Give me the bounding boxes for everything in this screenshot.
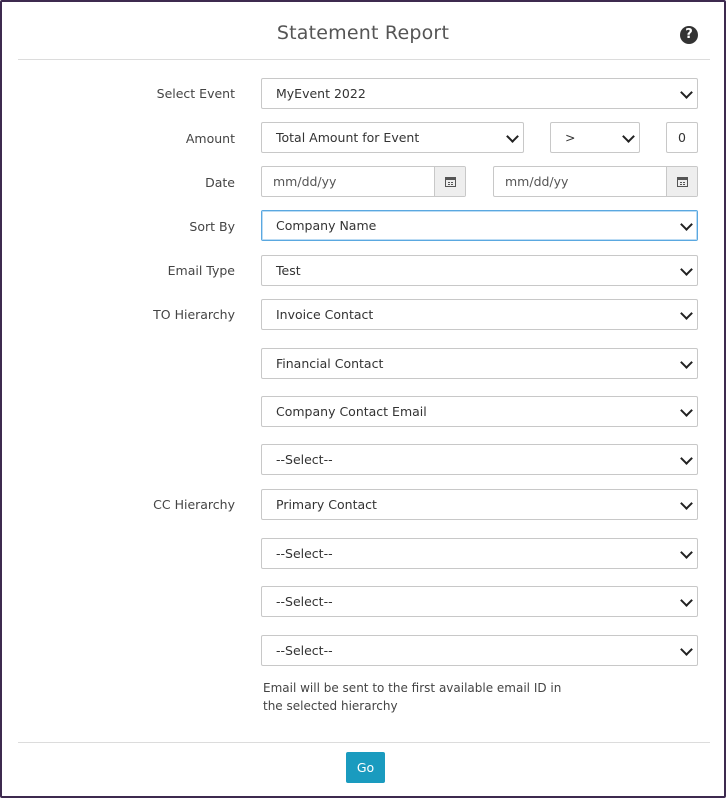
footer-divider: [18, 742, 710, 743]
hierarchy-note: Email will be sent to the first availabl…: [263, 681, 562, 713]
amount-value-input[interactable]: 0: [666, 122, 698, 153]
select-event-dropdown[interactable]: MyEvent 2022: [261, 78, 698, 109]
page-title: Statement Report: [276, 22, 450, 44]
to-hierarchy-dropdown-1[interactable]: Invoice Contact: [261, 299, 698, 330]
email-type-value: Test: [276, 263, 301, 278]
cc-hierarchy-label: CC Hierarchy: [153, 497, 235, 512]
amount-type-value: Total Amount for Event: [276, 130, 420, 145]
date-from-field[interactable]: mm/dd/yy: [261, 166, 466, 197]
amount-operator-dropdown[interactable]: >: [550, 122, 640, 153]
amount-value-text: 0: [678, 130, 686, 145]
chevron-down-icon: [680, 642, 693, 656]
chevron-down-icon: [680, 403, 693, 417]
to-hierarchy-dropdown-4[interactable]: --Select--: [261, 444, 698, 475]
chevron-down-icon: [680, 545, 693, 559]
to-hierarchy-dropdown-3[interactable]: Company Contact Email: [261, 396, 698, 427]
sort-by-value: Company Name: [276, 218, 377, 233]
amount-label: Amount: [185, 131, 235, 146]
select-event-value: MyEvent 2022: [276, 86, 366, 101]
calendar-icon: [676, 176, 688, 187]
date-label: Date: [205, 175, 235, 190]
date-from-calendar-button[interactable]: [434, 167, 465, 196]
email-type-label: Email Type: [167, 263, 235, 278]
amount-operator-value: >: [565, 130, 576, 145]
date-from-placeholder: mm/dd/yy: [273, 174, 337, 189]
cc-hierarchy-dropdown-1[interactable]: Primary Contact: [261, 489, 698, 520]
chevron-down-icon: [622, 129, 635, 143]
statement-report-dialog: Statement Report ? Select Event MyEvent …: [0, 0, 726, 798]
chevron-down-icon: [506, 129, 519, 143]
chevron-down-icon: [680, 451, 693, 465]
date-to-placeholder: mm/dd/yy: [505, 174, 569, 189]
chevron-down-icon: [680, 85, 693, 99]
to-hierarchy-dropdown-2[interactable]: Financial Contact: [261, 348, 698, 379]
select-event-label: Select Event: [156, 86, 235, 101]
chevron-down-icon: [680, 355, 693, 369]
cc-hierarchy-dropdown-2[interactable]: --Select--: [261, 538, 698, 569]
sort-by-dropdown[interactable]: Company Name: [261, 210, 698, 241]
calendar-icon: [444, 176, 456, 187]
help-icon[interactable]: ?: [680, 26, 698, 44]
cc-hierarchy-dropdown-4[interactable]: --Select--: [261, 635, 698, 666]
cc-hierarchy-value-4: --Select--: [276, 643, 333, 658]
chevron-down-icon: [680, 306, 693, 320]
date-to-calendar-button[interactable]: [666, 167, 697, 196]
sort-by-label: Sort By: [189, 219, 235, 234]
chevron-down-icon: [680, 496, 693, 510]
cc-hierarchy-value-3: --Select--: [276, 594, 333, 609]
to-hierarchy-value-4: --Select--: [276, 452, 333, 467]
chevron-down-icon: [680, 593, 693, 607]
to-hierarchy-value-1: Invoice Contact: [276, 307, 374, 322]
go-button[interactable]: Go: [346, 752, 385, 783]
header-divider: [18, 59, 710, 60]
cc-hierarchy-value-1: Primary Contact: [276, 497, 377, 512]
to-hierarchy-value-3: Company Contact Email: [276, 404, 427, 419]
to-hierarchy-label: TO Hierarchy: [153, 307, 235, 322]
cc-hierarchy-value-2: --Select--: [276, 546, 333, 561]
date-to-field[interactable]: mm/dd/yy: [493, 166, 698, 197]
email-type-dropdown[interactable]: Test: [261, 255, 698, 286]
cc-hierarchy-dropdown-3[interactable]: --Select--: [261, 586, 698, 617]
to-hierarchy-value-2: Financial Contact: [276, 356, 384, 371]
amount-type-dropdown[interactable]: Total Amount for Event: [261, 122, 524, 153]
chevron-down-icon: [680, 217, 693, 231]
chevron-down-icon: [680, 262, 693, 276]
